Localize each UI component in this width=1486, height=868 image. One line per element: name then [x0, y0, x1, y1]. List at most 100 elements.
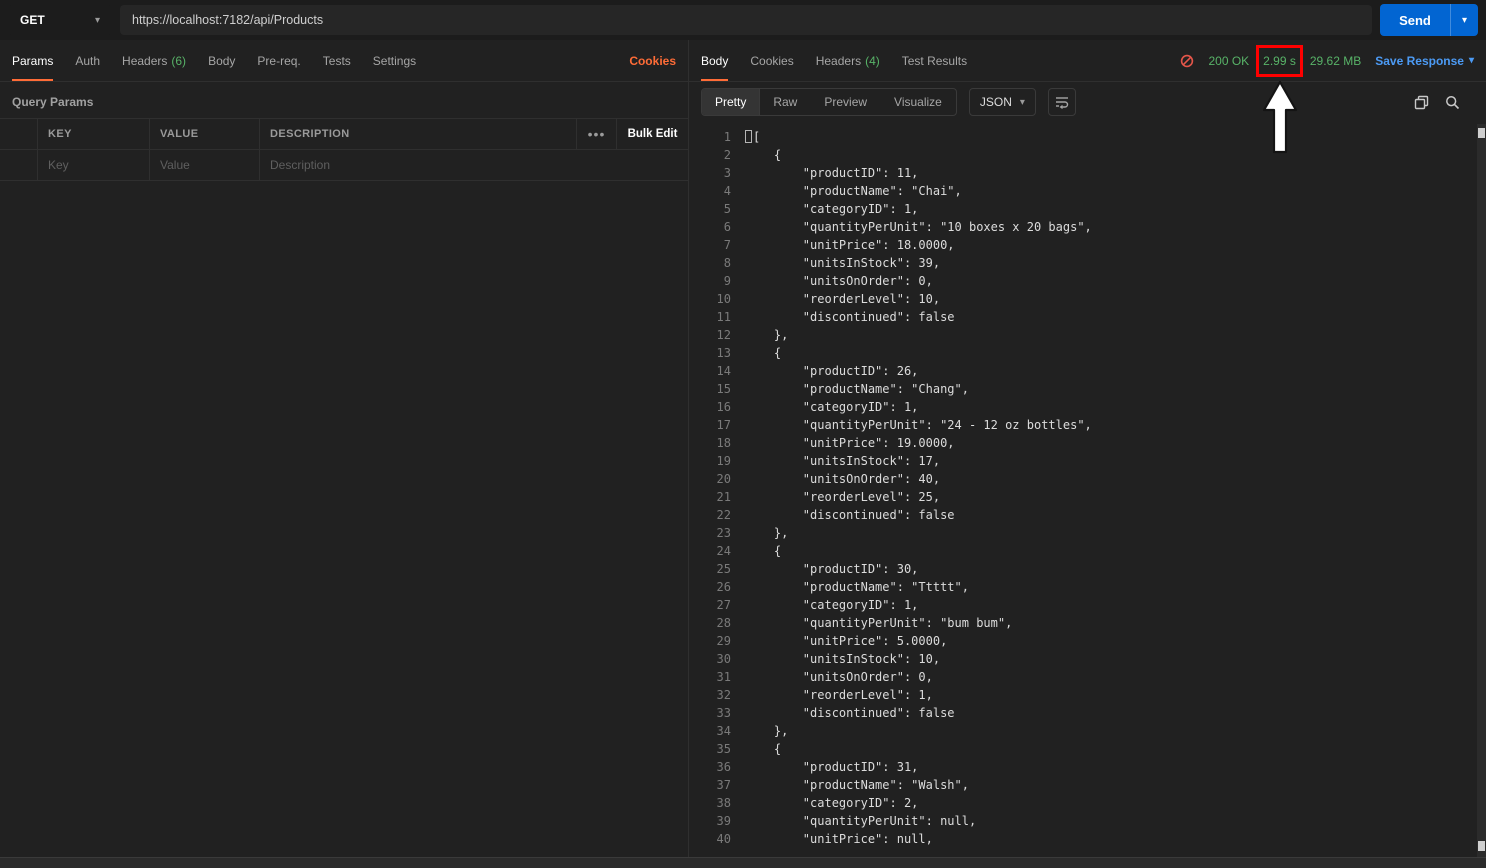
value-cell: [150, 150, 260, 180]
code-line: 2 {: [689, 146, 1486, 164]
line-content: "quantityPerUnit": "bum bum",: [745, 616, 1013, 630]
send-options-button[interactable]: ▾: [1450, 4, 1478, 36]
line-number: 39: [716, 814, 731, 828]
line-number: 12: [716, 328, 731, 342]
response-body-viewer: 1[2 {3 "productID": 11, 4 "productName": …: [689, 122, 1486, 857]
method-select[interactable]: GET ▾: [8, 5, 112, 35]
url-input[interactable]: [120, 5, 1372, 35]
line-number: 35: [716, 742, 731, 756]
line-number: 22: [716, 508, 731, 522]
line-content: "categoryID": 2,: [745, 796, 919, 810]
code-line: 35 {: [689, 740, 1486, 758]
line-content: },: [745, 328, 789, 342]
line-content: {: [745, 742, 782, 756]
save-response-button[interactable]: Save Response ▾: [1375, 54, 1474, 68]
wrap-text-button[interactable]: [1047, 88, 1076, 116]
line-content: "categoryID": 1,: [745, 202, 919, 216]
line-content: "productName": "Chang",: [745, 382, 969, 396]
bulk-edit-button[interactable]: Bulk Edit: [628, 128, 678, 140]
scrollbar-thumb[interactable]: [1478, 128, 1485, 138]
code-line: 19 "unitsInStock": 17,: [689, 452, 1486, 470]
code-line: 10 "reorderLevel": 10,: [689, 290, 1486, 308]
params-more-actions[interactable]: •••: [577, 119, 617, 149]
format-select[interactable]: JSON ▾: [968, 88, 1036, 116]
key-input[interactable]: [48, 158, 139, 172]
line-number: 36: [716, 760, 731, 774]
chevron-down-icon: ▾: [1019, 96, 1025, 108]
tab-label: Test Results: [901, 53, 968, 68]
description-input[interactable]: [270, 158, 678, 172]
line-content: "quantityPerUnit": "24 - 12 oz bottles",: [745, 418, 1092, 432]
code-line: 33 "discontinued": false: [689, 704, 1486, 722]
value-input[interactable]: [160, 158, 249, 172]
more-actions-icon: •••: [587, 126, 606, 142]
line-number: 38: [716, 796, 731, 810]
line-number: 13: [716, 346, 731, 360]
view-preview[interactable]: Preview: [811, 89, 881, 115]
code-line: 40 "unitPrice": null,: [689, 830, 1486, 848]
tab-label: Headers: [815, 53, 862, 68]
line-content: "unitPrice": 5.0000,: [745, 634, 948, 648]
tab-count-badge: (6): [171, 53, 187, 68]
tab-auth[interactable]: Auth: [75, 40, 100, 81]
tab-pre-req[interactable]: Pre-req.: [257, 40, 300, 81]
code-line: 22 "discontinued": false: [689, 506, 1486, 524]
code-line: 29 "unitPrice": 5.0000,: [689, 632, 1486, 650]
tab-tests[interactable]: Tests: [323, 40, 351, 81]
code-line: 4 "productName": "Chai",: [689, 182, 1486, 200]
tab-headers[interactable]: Headers (6): [122, 40, 186, 81]
search-icon: [1446, 95, 1460, 109]
code-line: 8 "unitsInStock": 39,: [689, 254, 1486, 272]
line-number: 26: [716, 580, 731, 594]
code-line: 17 "quantityPerUnit": "24 - 12 oz bottle…: [689, 416, 1486, 434]
copy-response-button[interactable]: [1414, 95, 1429, 110]
response-toolbar: Pretty Raw Preview Visualize JSON ▾: [689, 82, 1486, 122]
scrollbar-bottom-square: [1478, 841, 1485, 851]
tab-label: Settings: [372, 53, 417, 68]
row-select-cell: [0, 150, 38, 180]
response-tab-row: Body Cookies Headers (4) Test Results 200 OK…: [689, 40, 1486, 153]
tab-params[interactable]: Params: [12, 40, 54, 81]
tab-body[interactable]: Body: [208, 40, 235, 81]
response-size: 29.62 MB: [1309, 53, 1362, 68]
search-response-button[interactable]: [1445, 95, 1460, 110]
response-time: 2.99 s: [1263, 53, 1296, 68]
tab-headers[interactable]: Headers (4): [816, 40, 880, 81]
wrap-text-icon: [1055, 97, 1069, 109]
code-line: 23 },: [689, 524, 1486, 542]
query-params-header-row: KEY VALUE DESCRIPTION ••• Bulk Edit: [0, 119, 688, 150]
code-line: 6 "quantityPerUnit": "10 boxes x 20 bags…: [689, 218, 1486, 236]
line-number: 23: [716, 526, 731, 540]
tab-label: Pre-req.: [257, 53, 301, 68]
tab-test-results[interactable]: Test Results: [902, 40, 967, 81]
line-number: 20: [716, 472, 731, 486]
view-visualize[interactable]: Visualize: [881, 89, 956, 115]
line-number: 16: [716, 400, 731, 414]
footer-bar: [0, 857, 1486, 868]
column-header-key: KEY: [38, 119, 150, 149]
line-content: "productID": 26,: [745, 364, 919, 378]
line-content: "unitsInStock": 10,: [745, 652, 941, 666]
tab-body[interactable]: Body: [701, 40, 729, 81]
line-number: 34: [716, 724, 731, 738]
tab-settings[interactable]: Settings: [373, 40, 416, 81]
query-params-empty-row: [0, 150, 688, 181]
line-number: 1: [723, 130, 731, 144]
line-number: 29: [716, 634, 731, 648]
method-label: GET: [20, 13, 45, 27]
line-content: {: [745, 544, 782, 558]
line-content: "unitsOnOrder": 0,: [745, 670, 933, 684]
line-number: 28: [716, 616, 731, 630]
line-number: 30: [716, 652, 731, 666]
response-meta: 200 OK 2.99 s 29.62 MB Save Response ▾: [1180, 44, 1474, 153]
tab-cookies[interactable]: Cookies: [750, 40, 793, 81]
view-raw[interactable]: Raw: [760, 89, 811, 115]
send-button[interactable]: Send: [1380, 4, 1450, 36]
line-content: "reorderLevel": 10,: [745, 292, 941, 306]
line-content: "unitsOnOrder": 40,: [745, 472, 941, 486]
cookies-link[interactable]: Cookies: [629, 54, 676, 68]
vertical-scrollbar[interactable]: [1477, 124, 1486, 857]
request-pane: Params Auth Headers (6) Body Pre-req. Tests Set…: [0, 40, 689, 857]
view-pretty[interactable]: Pretty: [702, 89, 761, 115]
code-line: 15 "productName": "Chang",: [689, 380, 1486, 398]
